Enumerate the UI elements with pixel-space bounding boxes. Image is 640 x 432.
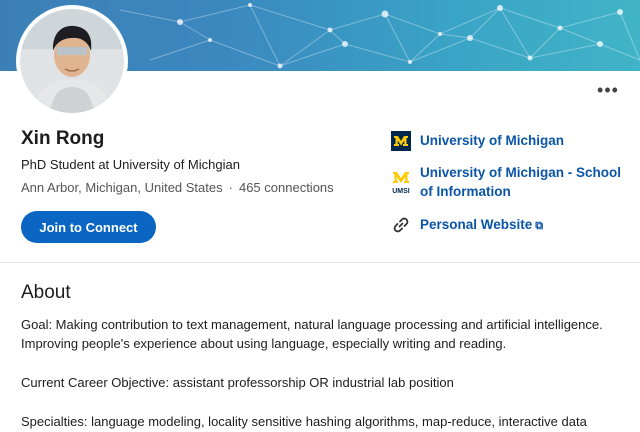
- more-options-button[interactable]: •••: [596, 81, 620, 99]
- education-item-umich[interactable]: University of Michigan: [391, 131, 625, 151]
- about-line-goal: Goal: Making contribution to text manage…: [21, 317, 603, 332]
- about-line-specialties: Specialties: language modeling, locality…: [21, 414, 587, 429]
- connections-count: 465 connections: [238, 180, 334, 195]
- join-to-connect-button[interactable]: Join to Connect: [21, 211, 156, 243]
- profile-headline: PhD Student at University of Michgian: [21, 157, 240, 172]
- education-label-umich[interactable]: University of Michigan: [420, 131, 625, 150]
- education-label-umsi[interactable]: University of Michigan - School of Inform…: [420, 163, 625, 201]
- meta-separator: ·: [228, 180, 233, 195]
- location-text: Ann Arbor, Michigan, United States: [21, 180, 223, 195]
- about-line-career: Current Career Objective: assistant prof…: [21, 375, 454, 390]
- education-label-umsi-line2: of Information: [420, 184, 511, 199]
- education-item-umsi[interactable]: UMSI University of Michigan - School of I…: [391, 163, 625, 201]
- about-section: About Goal: Making contribution to text …: [0, 263, 640, 432]
- personal-website-item[interactable]: Personal Website ⧉: [391, 215, 625, 236]
- profile-name: Xin Rong: [21, 128, 105, 149]
- profile-photo[interactable]: [20, 9, 124, 113]
- personal-website-label: Personal Website: [420, 217, 533, 232]
- link-icon: [393, 217, 409, 233]
- external-link-icon: ⧉: [535, 220, 544, 232]
- about-heading: About: [21, 282, 71, 303]
- profile-meta: Ann Arbor, Michigan, United States · 465 c…: [21, 180, 334, 195]
- person-photo-icon: [20, 9, 124, 113]
- profile-card: ••• Xin Rong PhD Student at University o…: [0, 0, 640, 263]
- about-line-improving: Improving people's experience about usin…: [21, 336, 507, 351]
- umsi-logo-text: UMSI: [392, 188, 410, 195]
- education-label-umsi-line1: University of Michigan - School: [420, 165, 622, 180]
- umsi-logo-icon: UMSI: [392, 172, 410, 195]
- university-of-michigan-logo-icon: [391, 131, 411, 151]
- personal-website-link[interactable]: Personal Website ⧉: [420, 215, 625, 236]
